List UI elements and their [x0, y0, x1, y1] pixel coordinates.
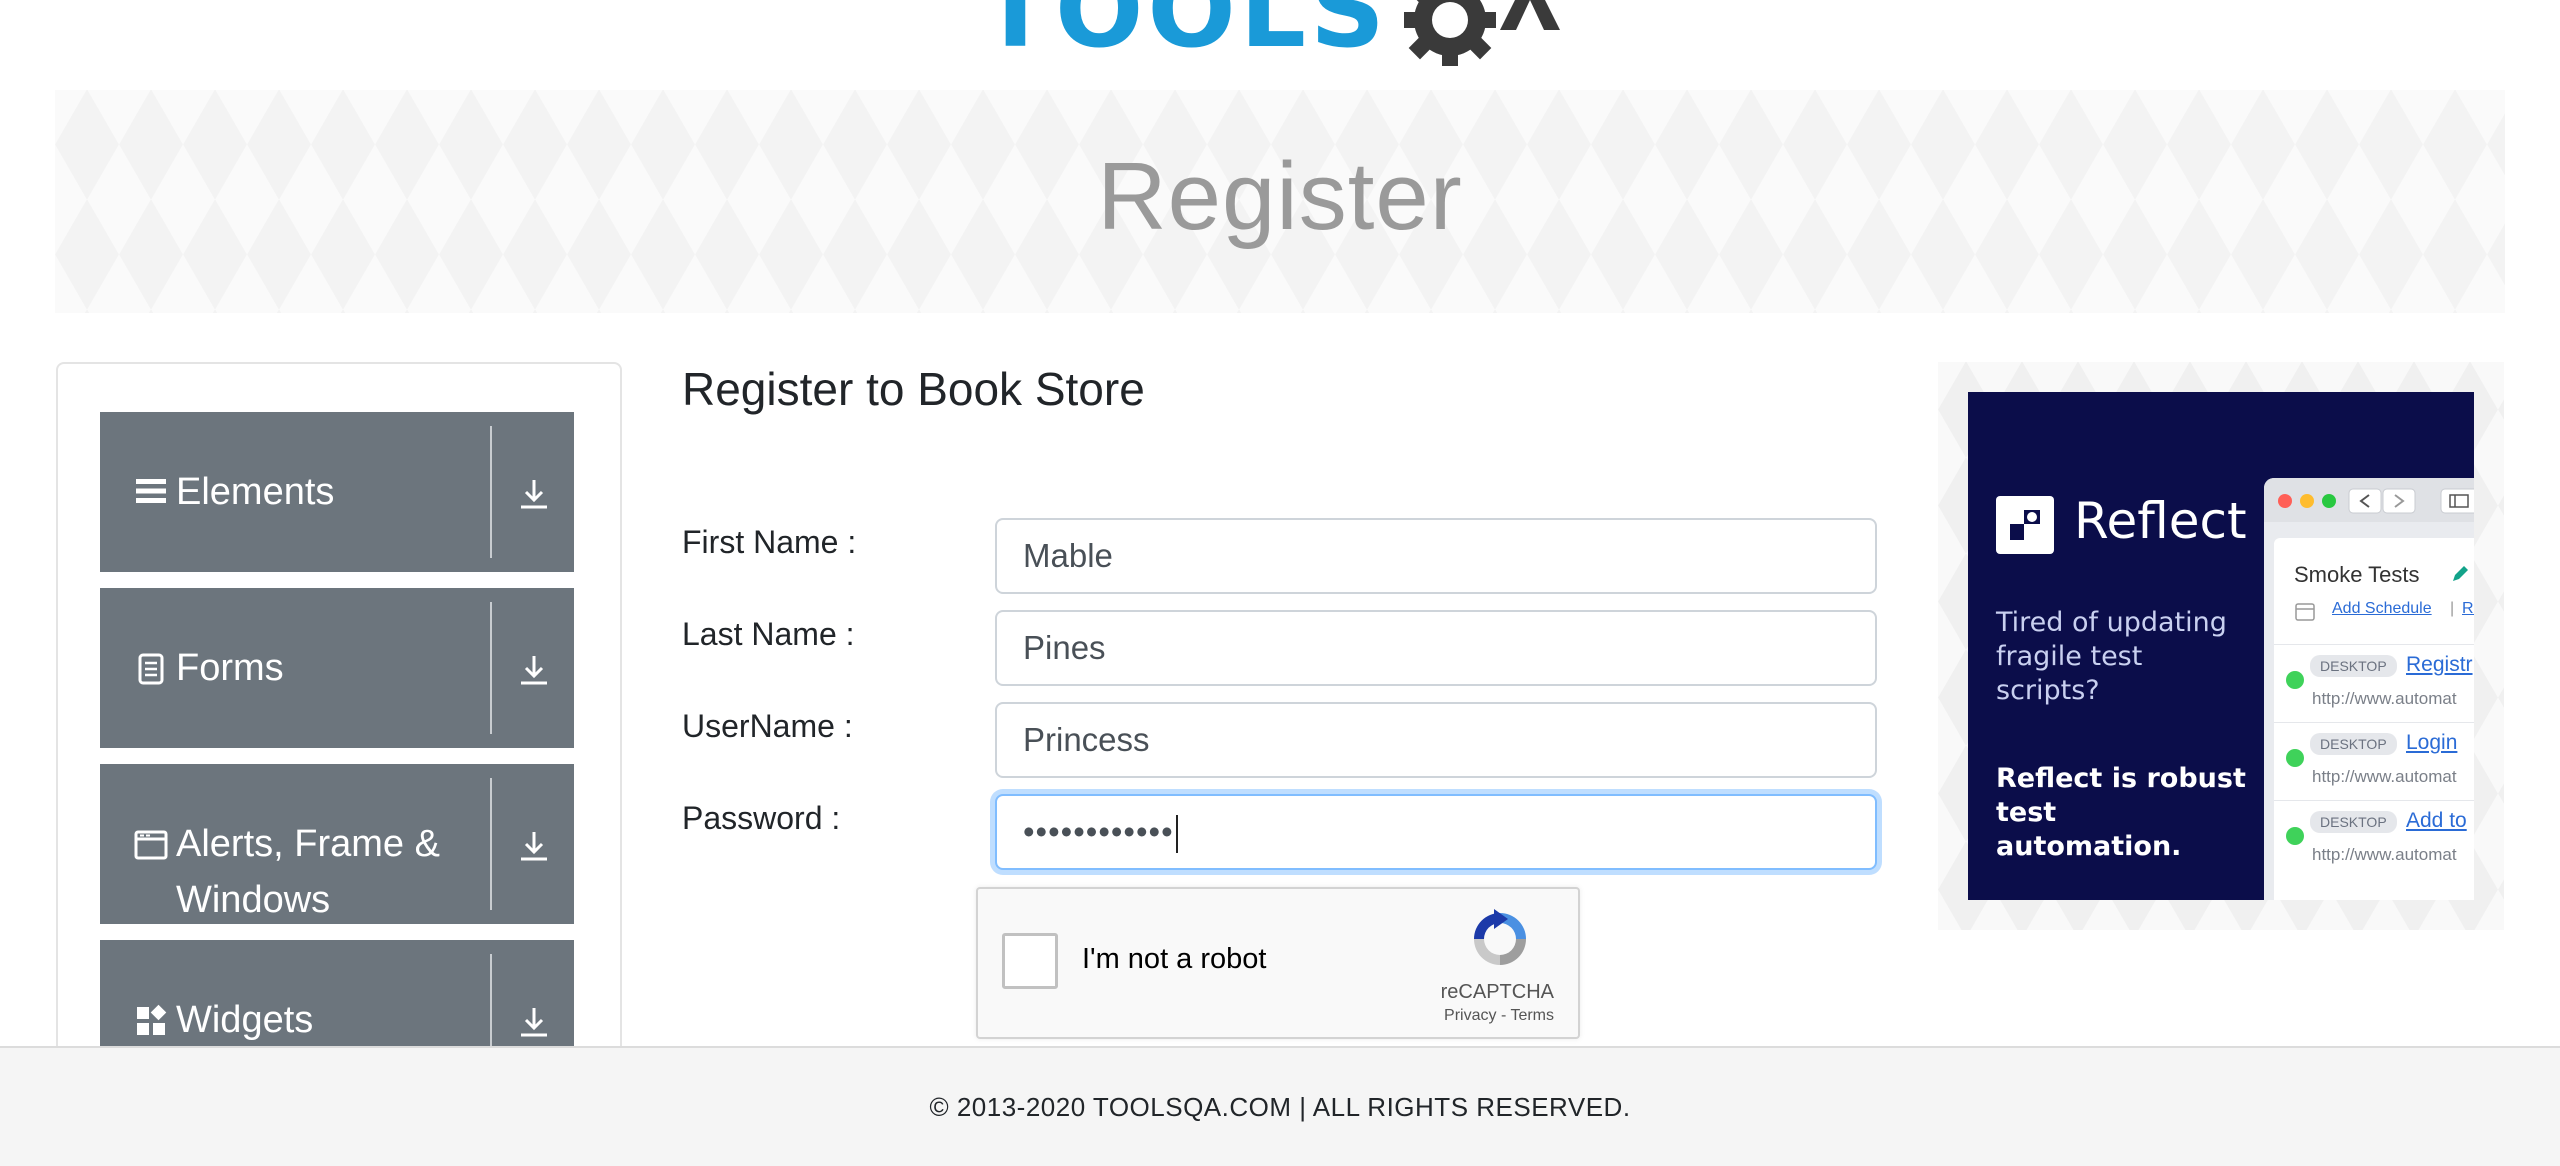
- sidebar-accordion: Elements Forms Alerts, Frame & Windows W…: [56, 362, 622, 1082]
- first-name-input[interactable]: Mable: [995, 518, 1877, 594]
- username-value: Princess: [1023, 721, 1150, 758]
- device-badge: DESKTOP: [2310, 811, 2397, 833]
- device-badge: DESKTOP: [2310, 655, 2397, 677]
- divider: [490, 778, 492, 910]
- test-url: http://www.automat: [2312, 689, 2457, 708]
- recaptcha-checkbox[interactable]: [1002, 933, 1058, 989]
- reflect-ad[interactable]: Reflect Tired of updating fragile test s…: [1968, 392, 2474, 900]
- password-label: Password :: [682, 800, 841, 836]
- recaptcha-label: I'm not a robot: [1082, 943, 1267, 975]
- page-footer: © 2013-2020 TOOLSQA.COM | ALL RIGHTS RES…: [0, 1046, 2560, 1166]
- schedule-separator: |: [2450, 600, 2455, 617]
- page: TOOLS Register Elements Forms Alerts, Fr…: [0, 0, 2560, 1166]
- sidebar-group-label-line2: Windows: [176, 879, 331, 921]
- test-link: Add to: [2406, 809, 2467, 832]
- run-link: Ru: [2462, 600, 2474, 617]
- toolsqa-logo[interactable]: TOOLS: [980, 0, 1620, 72]
- username-label: UserName :: [682, 708, 853, 744]
- sidebar-group-alerts-frame-windows[interactable]: Alerts, Frame & Windows: [100, 764, 574, 924]
- ad-tagline: Tired of updating fragile test scripts?: [1996, 607, 2227, 706]
- recaptcha-widget: I'm not a robot reCAPTCHA Privacy - Term…: [976, 887, 1580, 1039]
- sidebar-group-label: Forms: [176, 647, 284, 689]
- close-dot-icon: [2278, 494, 2292, 508]
- text-caret: [1175, 815, 1178, 854]
- recaptcha-brand: reCAPTCHA: [1440, 981, 1554, 1003]
- ad-container: Reflect Tired of updating fragile test s…: [1938, 362, 2504, 930]
- logo-text: TOOLS: [980, 0, 1389, 71]
- window-body: Smoke Tests Add Schedule | Ru DESKTOP: [2274, 538, 2474, 900]
- footer-copyright: © 2013-2020 TOOLSQA.COM | ALL RIGHTS RES…: [929, 1092, 1631, 1122]
- password-input[interactable]: ••••••••••••: [995, 794, 1877, 870]
- test-url: http://www.automat: [2312, 845, 2457, 864]
- page-title: Register: [1097, 143, 1463, 250]
- download-icon: [521, 832, 547, 861]
- gear-qa-logo-icon: [1404, 0, 1560, 66]
- test-url: http://www.automat: [2312, 767, 2457, 786]
- maximize-dot-icon: [2322, 494, 2336, 508]
- last-name-value: Pines: [1023, 629, 1106, 666]
- divider: [490, 426, 492, 558]
- recaptcha-logo-icon: [1474, 909, 1526, 965]
- form-title: Register to Book Store: [682, 363, 1145, 415]
- ad-tagline-bold: Reflect is robust test automation.: [1996, 763, 2246, 862]
- sidebar-toggle-icon: [2440, 488, 2474, 514]
- recaptcha-links: Privacy - Terms: [1444, 1007, 1554, 1025]
- document-icon: [138, 653, 164, 685]
- page-banner: Register: [55, 90, 2505, 313]
- download-icon: [521, 480, 547, 509]
- link-separator: -: [1496, 1007, 1511, 1024]
- terms-link[interactable]: Terms: [1510, 1007, 1554, 1024]
- nav-arrows-icon: [2348, 488, 2416, 514]
- test-row: DESKTOP Login http://www.automat: [2274, 722, 2474, 800]
- ad-app-window: Smoke Tests Add Schedule | Ru DESKTOP: [2264, 478, 2474, 900]
- divider: [490, 602, 492, 734]
- sidebar-group-label: Alerts, Frame &: [176, 823, 440, 865]
- suite-title: Smoke Tests: [2294, 562, 2420, 587]
- status-pass-icon: [2286, 749, 2304, 767]
- first-name-label: First Name :: [682, 524, 857, 560]
- last-name-input[interactable]: Pines: [995, 610, 1877, 686]
- password-value: ••••••••••••: [1023, 813, 1174, 850]
- menu-lines-icon: [136, 479, 166, 503]
- first-name-value: Mable: [1023, 537, 1113, 574]
- window-icon: [134, 830, 168, 860]
- pencil-icon: [2453, 566, 2468, 581]
- window-titlebar: [2264, 478, 2474, 522]
- test-row: DESKTOP Registr http://www.automat: [2274, 644, 2474, 722]
- status-pass-icon: [2286, 671, 2304, 689]
- privacy-link[interactable]: Privacy: [1444, 1007, 1496, 1024]
- add-schedule-link: Add Schedule: [2332, 600, 2432, 617]
- last-name-label: Last Name :: [682, 616, 855, 652]
- test-link: Registr: [2406, 653, 2473, 676]
- sidebar-group-label: Widgets: [176, 999, 314, 1041]
- download-icon: [521, 1008, 547, 1037]
- sidebar-group-forms[interactable]: Forms: [100, 588, 574, 748]
- test-row: DESKTOP Add to http://www.automat: [2274, 800, 2474, 878]
- reflect-logo-shape: [2010, 510, 2040, 540]
- calendar-icon: [2295, 603, 2315, 621]
- sidebar-group-elements[interactable]: Elements: [100, 412, 574, 572]
- test-link: Login: [2406, 731, 2458, 754]
- download-icon: [521, 656, 547, 685]
- device-badge: DESKTOP: [2310, 733, 2397, 755]
- widgets-icon: [137, 1004, 167, 1035]
- username-input[interactable]: Princess: [995, 702, 1877, 778]
- minimize-dot-icon: [2300, 494, 2314, 508]
- reflect-logo-icon: [1996, 496, 2054, 554]
- ad-brand-name: Reflect: [2074, 492, 2247, 550]
- sidebar-group-label: Elements: [176, 471, 335, 513]
- status-pass-icon: [2286, 827, 2304, 845]
